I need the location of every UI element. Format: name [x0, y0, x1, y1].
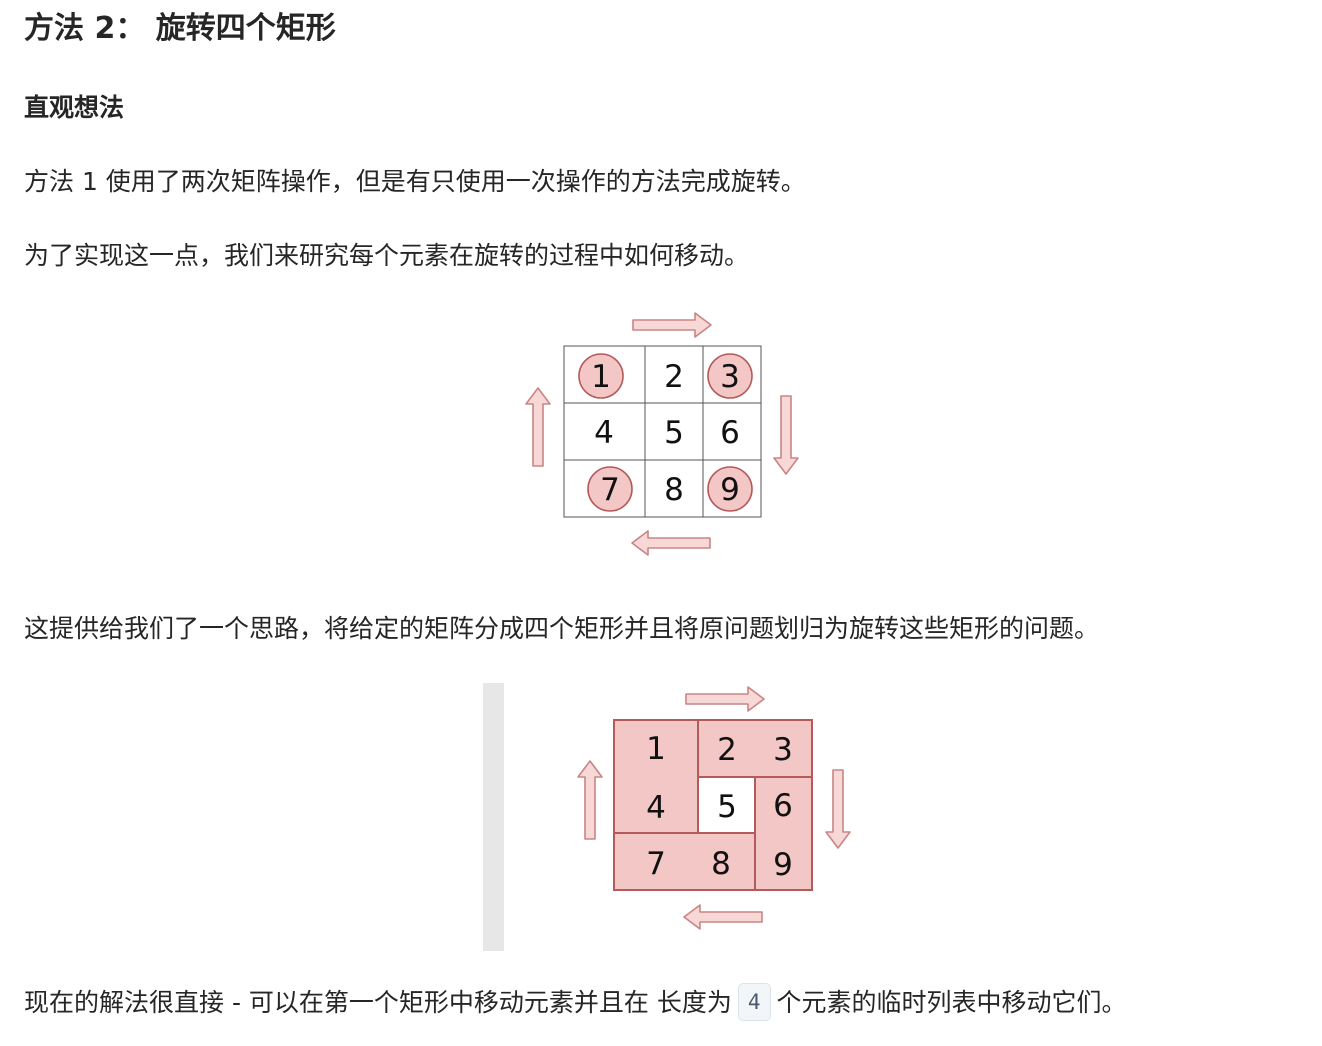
figure-1-grid: 1 2 3 4 5 6 7 8 9 [525, 312, 799, 556]
fig2-cell-2: 2 [717, 732, 737, 768]
arrow-down-icon [773, 395, 799, 475]
fig2-cell-1: 1 [646, 731, 666, 767]
fig2-cell-4: 4 [646, 790, 666, 826]
fig2-cell-5: 5 [717, 789, 737, 825]
fig1-cell-4: 4 [594, 415, 614, 451]
arrow-up-icon [525, 387, 551, 467]
fig1-cell-1: 1 [591, 359, 611, 395]
fig2-cell-9: 9 [773, 847, 793, 883]
fig1-cell-5: 5 [664, 415, 684, 451]
fig2-cell-8: 8 [711, 846, 731, 882]
arrow-left-icon [683, 904, 763, 930]
fig2-cell-3: 3 [773, 732, 793, 768]
fig1-cell-7: 7 [600, 472, 620, 508]
fig1-cell-6: 6 [720, 415, 740, 451]
figure-2-grid: 1 2 3 4 5 6 7 8 9 [577, 686, 851, 930]
arrow-down-icon [825, 769, 851, 849]
rect-top-block [697, 719, 813, 778]
solution-text-end: 个元素的临时列表中移动它们。 [776, 988, 1127, 1017]
fig1-cell-3: 3 [720, 359, 740, 395]
fig2-cell-6: 6 [773, 788, 793, 824]
rotation-figures: 1 2 3 4 5 6 7 8 9 1 2 3 4 5 6 7 8 9 [525, 312, 851, 930]
blockquote-bar [483, 683, 504, 951]
arrow-left-icon [631, 530, 711, 556]
arrow-right-icon [685, 686, 765, 712]
inline-code-length: 4 [737, 983, 771, 1021]
arrow-up-icon [577, 760, 603, 840]
fig2-cell-7: 7 [646, 846, 666, 882]
fig1-cell-2: 2 [664, 359, 684, 395]
arrow-right-icon [632, 312, 712, 338]
paragraph-solution: 现在的解法很直接 - 可以在第一个矩形中移动元素并且在 长度为 4 个元素的临时列表… [24, 983, 1127, 1023]
figure-1-arrows [525, 312, 799, 556]
rect-bottom-block [613, 832, 756, 891]
fig1-cell-8: 8 [664, 472, 684, 508]
paragraph-four-rectangles: 这提供给我们了一个思路，将给定的矩阵分成四个矩形并且将原问题划归为旋转这些矩形的… [24, 614, 1100, 643]
fig1-cell-9: 9 [720, 472, 740, 508]
solution-text-start: 现在的解法很直接 - 可以在第一个矩形中移动元素并且在 长度为 [24, 988, 732, 1017]
